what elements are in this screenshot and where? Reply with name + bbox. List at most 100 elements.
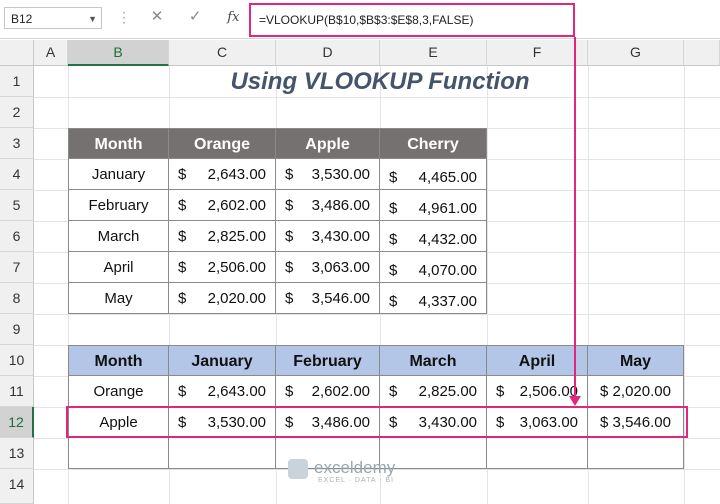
currency-symbol: $ [389, 293, 398, 310]
table-cell[interactable]: $2,020.00 [169, 283, 276, 314]
table-row-month[interactable]: January [68, 159, 169, 190]
table-cell[interactable]: $ 2,020.00 [588, 376, 684, 407]
row-header-13[interactable]: 13 [0, 438, 34, 469]
row-header-9[interactable]: 9 [0, 314, 34, 345]
currency-symbol: $ [178, 197, 187, 214]
name-box-value: B12 [11, 12, 33, 26]
table1-header-apple[interactable]: Apple [276, 128, 380, 159]
table-cell[interactable]: $3,486.00 [276, 190, 380, 221]
table-row-fruit[interactable]: Orange [68, 376, 169, 407]
table2-header-february[interactable]: February [276, 345, 380, 376]
amount: 2,643.00 [207, 383, 266, 400]
amount: 3,486.00 [311, 197, 370, 214]
row-header-14[interactable]: 14 [0, 469, 34, 504]
table-cell[interactable]: $3,546.00 [276, 283, 380, 314]
table-cell-empty[interactable] [169, 438, 276, 469]
watermark-name: exceldemy [314, 458, 396, 477]
table-cell[interactable]: $4,337.00 [380, 283, 487, 314]
row-header-12[interactable]: 12 [0, 407, 34, 438]
more-options-icon[interactable]: ⋮ [117, 9, 131, 26]
amount: 2,602.00 [207, 197, 266, 214]
chevron-down-icon[interactable]: ▼ [88, 8, 97, 30]
currency-symbol: $ [285, 259, 294, 276]
column-header-f[interactable]: F [487, 40, 588, 66]
currency-symbol: $ [178, 259, 187, 276]
table-cell[interactable]: $2,825.00 [169, 221, 276, 252]
table-cell[interactable]: $3,530.00 [276, 159, 380, 190]
table-cell[interactable]: $2,602.00 [276, 376, 380, 407]
row-header-7[interactable]: 7 [0, 252, 34, 283]
currency-symbol: $ [389, 383, 398, 400]
table2-header-january[interactable]: January [169, 345, 276, 376]
table2-header-may[interactable]: May [588, 345, 684, 376]
table-cell[interactable]: $4,961.00 [380, 190, 487, 221]
column-header-g[interactable]: G [588, 40, 684, 66]
table-row-month[interactable]: March [68, 221, 169, 252]
table-cell[interactable]: $2,825.00 [380, 376, 487, 407]
table-row-month[interactable]: April [68, 252, 169, 283]
table2-header-april[interactable]: April [487, 345, 588, 376]
table-row-month[interactable]: May [68, 283, 169, 314]
table2-header-month[interactable]: Month [68, 345, 169, 376]
column-header-b[interactable]: B [68, 40, 169, 66]
table-cell[interactable]: $2,643.00 [169, 376, 276, 407]
table-cell-empty[interactable] [68, 438, 169, 469]
watermark: exceldemy EXCEL · DATA · BI [288, 457, 438, 487]
table-cell[interactable]: $4,070.00 [380, 252, 487, 283]
amount: 2,643.00 [207, 166, 266, 183]
table-cell[interactable]: $4,465.00 [380, 159, 487, 190]
table-cell-empty[interactable] [487, 438, 588, 469]
row-header-5[interactable]: 5 [0, 190, 34, 221]
arrow-down-icon [569, 396, 581, 406]
enter-icon[interactable]: ✓ [178, 7, 212, 25]
amount: 2,825.00 [207, 228, 266, 245]
column-header-a[interactable]: A [34, 40, 68, 66]
cancel-icon[interactable]: ✕ [140, 7, 174, 25]
currency-symbol: $ [178, 166, 187, 183]
select-all-corner[interactable] [0, 40, 34, 66]
currency-symbol: $ [285, 290, 294, 307]
row-header-6[interactable]: 6 [0, 221, 34, 252]
table-cell-empty[interactable] [588, 438, 684, 469]
amount: 2,506.00 [207, 259, 266, 276]
currency-symbol: $ [496, 383, 505, 400]
currency-symbol: $ [285, 383, 294, 400]
row-highlight-box [66, 406, 688, 438]
row-header-10[interactable]: 10 [0, 345, 34, 376]
sheet-title[interactable]: Using VLOOKUP Function [170, 66, 590, 97]
table-cell[interactable]: $3,063.00 [276, 252, 380, 283]
name-box[interactable]: B12 ▼ [4, 7, 102, 29]
amount: 4,337.00 [418, 293, 477, 310]
amount: 2,602.00 [311, 383, 370, 400]
table-cell[interactable]: $2,643.00 [169, 159, 276, 190]
table-cell[interactable]: $2,602.00 [169, 190, 276, 221]
row-header-1[interactable]: 1 [0, 66, 34, 97]
table-cell[interactable]: $2,506.00 [169, 252, 276, 283]
row-header-3[interactable]: 3 [0, 128, 34, 159]
currency-symbol: $ [178, 383, 187, 400]
table2-header-march[interactable]: March [380, 345, 487, 376]
currency-symbol: $ [285, 166, 294, 183]
table1-header-orange[interactable]: Orange [169, 128, 276, 159]
row-header-8[interactable]: 8 [0, 283, 34, 314]
column-header-c[interactable]: C [169, 40, 276, 66]
formula-buttons: ✕ ✓ fx [140, 7, 250, 25]
row-header-11[interactable]: 11 [0, 376, 34, 407]
table-cell[interactable]: $4,432.00 [380, 221, 487, 252]
table1-header-cherry[interactable]: Cherry [380, 128, 487, 159]
table1-header-month[interactable]: Month [68, 128, 169, 159]
column-header-h[interactable] [684, 40, 720, 66]
amount: 3,546.00 [311, 290, 370, 307]
column-header-e[interactable]: E [380, 40, 487, 66]
amount: 3,530.00 [311, 166, 370, 183]
formula-input[interactable]: =VLOOKUP(B$10,$B$3:$E$8,3,FALSE) [249, 3, 575, 37]
currency-symbol: $ [285, 197, 294, 214]
row-header-4[interactable]: 4 [0, 159, 34, 190]
column-header-d[interactable]: D [276, 40, 380, 66]
amount: 2,825.00 [418, 383, 477, 400]
row-header-2[interactable]: 2 [0, 97, 34, 128]
table-cell[interactable]: $3,430.00 [276, 221, 380, 252]
table-row-month[interactable]: February [68, 190, 169, 221]
currency-symbol: $ [178, 290, 187, 307]
function-icon[interactable]: fx [216, 10, 250, 25]
